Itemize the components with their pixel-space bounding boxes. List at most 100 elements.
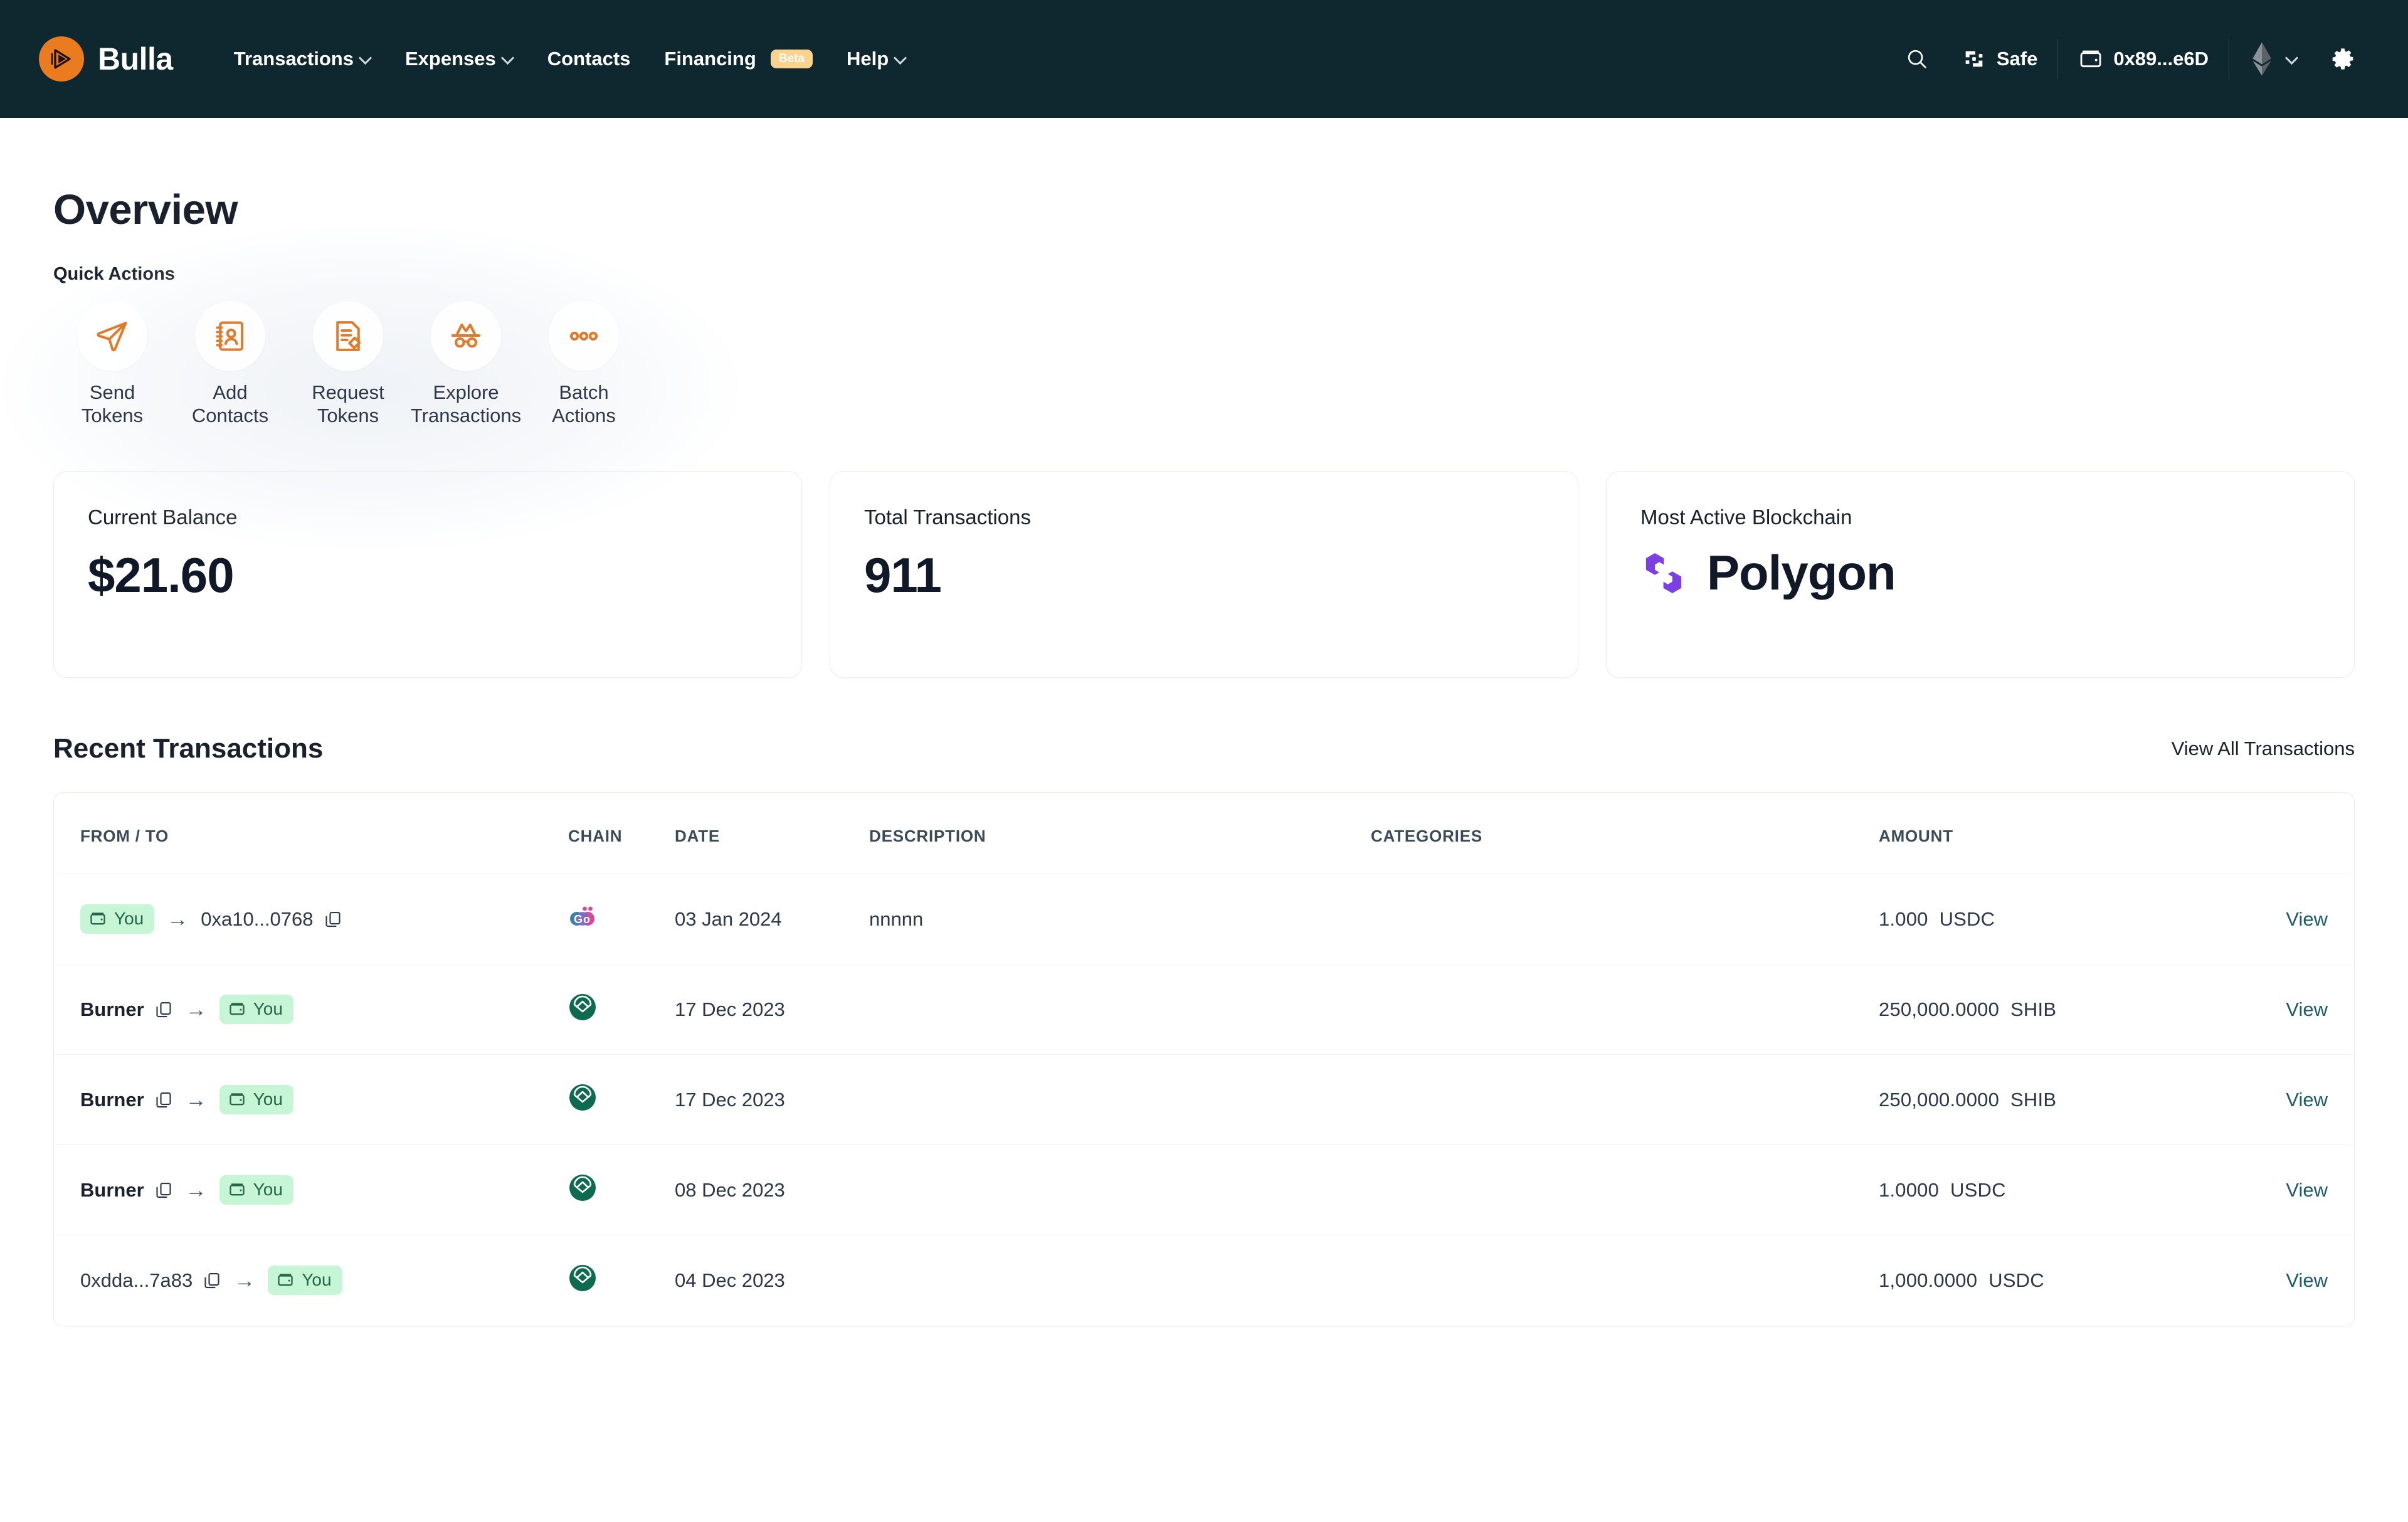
nav-item-help[interactable]: Help — [830, 48, 923, 70]
stat-card-total-transactions: Total Transactions 911 — [830, 471, 1578, 678]
search-button[interactable] — [1889, 47, 1945, 71]
arrow-right-icon: → — [186, 1089, 207, 1111]
view-all-transactions-link[interactable]: View All Transactions — [2172, 737, 2355, 760]
ethereum-icon — [2249, 41, 2274, 77]
chevron-down-icon — [895, 52, 906, 63]
arrow-right-icon: → — [186, 999, 207, 1020]
quick-action-batch-actions[interactable]: Batch Actions — [525, 301, 643, 427]
quick-action-line1: Request — [312, 381, 384, 404]
wallet-icon — [228, 1091, 246, 1108]
arrow-right-icon: → — [234, 1270, 255, 1291]
col-header-description: DESCRIPTION — [869, 793, 1371, 874]
quick-action-icon-wrap — [549, 301, 619, 371]
stat-value: $21.60 — [88, 547, 768, 604]
cell-action: View — [2268, 1235, 2354, 1326]
col-header-action — [2268, 793, 2354, 874]
stat-card-most-active-blockchain: Most Active Blockchain Polygon — [1606, 471, 2355, 678]
quick-action-send-tokens[interactable]: Send Tokens — [53, 301, 171, 427]
cell-from-to: Burner → — [54, 964, 568, 1055]
you-badge-from: You — [80, 904, 154, 934]
polygon-icon — [1640, 551, 1691, 596]
quick-action-explore-transactions[interactable]: Explore Transactions — [407, 301, 525, 427]
copy-icon[interactable] — [154, 1181, 173, 1200]
stat-card-current-balance: Current Balance $21.60 — [53, 471, 802, 678]
cell-description — [869, 1145, 1371, 1235]
cell-categories — [1371, 964, 1879, 1055]
celo-icon — [568, 1264, 597, 1292]
stat-chain-name: Polygon — [1707, 544, 1896, 601]
nav-item-transactions[interactable]: Transactions — [217, 48, 388, 70]
cell-date: 03 Jan 2024 — [675, 874, 869, 964]
party-label: You — [253, 999, 283, 1019]
col-header-from-to: FROM / TO — [54, 793, 568, 874]
chevron-down-icon — [503, 52, 514, 63]
brand-logo[interactable]: Bulla — [39, 36, 173, 82]
copy-icon[interactable] — [154, 1000, 173, 1019]
party-label: You — [253, 1180, 283, 1200]
safe-account-button[interactable]: Safe — [1945, 46, 2054, 71]
party-label: You — [302, 1270, 331, 1290]
safe-logo-icon — [1962, 46, 1987, 71]
stat-cards-row: Current Balance $21.60 Total Transaction… — [53, 471, 2355, 678]
cell-chain — [568, 1055, 675, 1145]
nav-item-expenses[interactable]: Expenses — [388, 48, 531, 70]
copy-icon[interactable] — [203, 1271, 221, 1290]
copy-icon[interactable] — [154, 1091, 173, 1109]
nav-right-group: Safe 0x89...e6D — [1889, 39, 2372, 79]
transactions-table: FROM / TO CHAIN DATE DESCRIPTION CATEGOR… — [54, 793, 2354, 1326]
wallet-address-button[interactable]: 0x89...e6D — [2062, 46, 2225, 71]
amount-value: 250,000.0000 — [1879, 1089, 1999, 1111]
cell-description — [869, 964, 1371, 1055]
cell-categories — [1371, 1145, 1879, 1235]
cell-chain — [568, 964, 675, 1055]
view-transaction-link[interactable]: View — [2286, 1179, 2328, 1201]
quick-action-line1: Batch — [552, 381, 616, 404]
view-transaction-link[interactable]: View — [2286, 908, 2328, 930]
svg-text:G: G — [574, 913, 583, 926]
nav-item-financing[interactable]: Financing Beta — [647, 48, 830, 70]
cell-action: View — [2268, 1055, 2354, 1145]
table-row[interactable]: Burner → — [54, 1055, 2354, 1145]
table-header-row: FROM / TO CHAIN DATE DESCRIPTION CATEGOR… — [54, 793, 2354, 874]
stat-label: Current Balance — [88, 505, 768, 529]
cell-action: View — [2268, 874, 2354, 964]
quick-action-line1: Explore — [411, 381, 521, 404]
top-navbar: Bulla Transactions Expenses Contacts Fin… — [0, 0, 2408, 118]
nav-label-expenses: Expenses — [405, 48, 496, 70]
cell-amount: 250,000.0000SHIB — [1879, 1055, 2268, 1145]
arrow-right-icon: → — [186, 1180, 207, 1201]
nav-divider — [2057, 39, 2058, 79]
party-name-from: Burner — [80, 1179, 144, 1202]
goerli-icon: G o — [568, 902, 597, 931]
bulla-logo-icon — [39, 36, 84, 82]
more-icon — [566, 319, 601, 354]
beta-badge: Beta — [771, 50, 813, 68]
copy-icon[interactable] — [324, 910, 342, 929]
party-name-from: Burner — [80, 1089, 144, 1111]
col-header-categories: CATEGORIES — [1371, 793, 1879, 874]
col-header-date: DATE — [675, 793, 869, 874]
cell-from-to: You → 0xa10...0768 — [54, 874, 568, 964]
cell-date: 08 Dec 2023 — [675, 1145, 869, 1235]
quick-action-add-contacts[interactable]: Add Contacts — [171, 301, 289, 427]
app-root: Bulla Transactions Expenses Contacts Fin… — [0, 0, 2408, 1522]
quick-action-icon-wrap — [431, 301, 501, 371]
view-transaction-link[interactable]: View — [2286, 998, 2328, 1020]
table-row[interactable]: Burner → — [54, 1145, 2354, 1235]
view-transaction-link[interactable]: View — [2286, 1269, 2328, 1291]
quick-action-line2: Tokens — [82, 404, 143, 428]
cell-categories — [1371, 1055, 1879, 1145]
wallet-icon — [228, 1000, 246, 1018]
view-transaction-link[interactable]: View — [2286, 1089, 2328, 1111]
table-row[interactable]: 0xdda...7a83 → — [54, 1235, 2354, 1326]
you-badge-to: You — [219, 1175, 293, 1205]
nav-item-contacts[interactable]: Contacts — [531, 48, 648, 70]
quick-action-request-tokens[interactable]: Request Tokens — [289, 301, 407, 427]
network-selector[interactable] — [2233, 41, 2314, 77]
table-row[interactable]: Burner → — [54, 964, 2354, 1055]
cell-action: View — [2268, 1145, 2354, 1235]
amount-value: 1.0000 — [1879, 1179, 1939, 1201]
table-row[interactable]: You → 0xa10...0768 — [54, 874, 2354, 964]
nav-label-transactions: Transactions — [234, 48, 354, 70]
settings-button[interactable] — [2314, 46, 2372, 71]
